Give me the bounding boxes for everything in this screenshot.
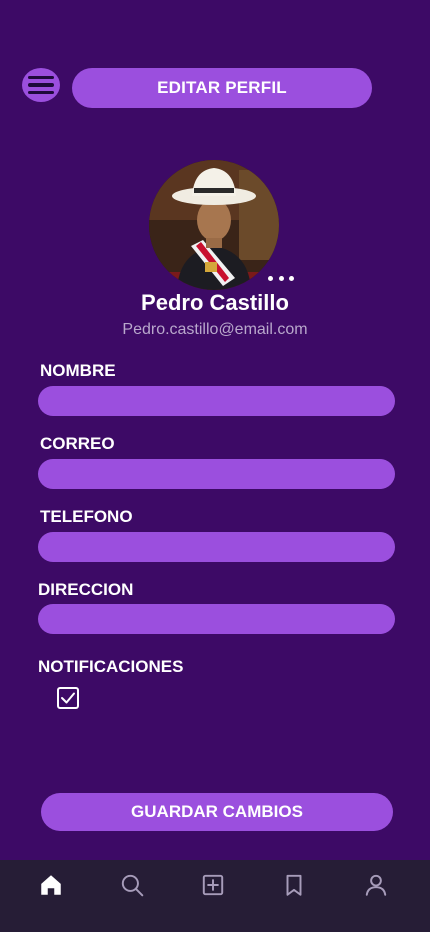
notificaciones-checkbox[interactable] bbox=[57, 687, 79, 709]
menu-line bbox=[28, 90, 54, 95]
direccion-label: DIRECCION bbox=[38, 580, 134, 599]
direccion-field[interactable] bbox=[38, 604, 395, 634]
page-title: EDITAR PERFIL bbox=[72, 68, 372, 108]
avatar[interactable] bbox=[149, 160, 279, 290]
notificaciones-label: NOTIFICACIONES bbox=[38, 657, 184, 676]
correo-label: CORREO bbox=[40, 434, 115, 453]
user-icon[interactable] bbox=[363, 872, 389, 898]
save-button[interactable]: GUARDAR CAMBIOS bbox=[41, 793, 393, 831]
bookmark-icon[interactable] bbox=[281, 872, 307, 898]
menu-line bbox=[28, 83, 54, 87]
profile-photo bbox=[149, 160, 279, 290]
add-square-icon[interactable] bbox=[200, 872, 226, 898]
bottom-nav bbox=[0, 860, 430, 932]
profile-email: Pedro.castillo@email.com bbox=[122, 321, 308, 338]
nombre-label: NOMBRE bbox=[40, 361, 116, 380]
menu-line bbox=[28, 75, 54, 80]
telefono-field[interactable] bbox=[38, 532, 395, 562]
more-options-icon[interactable] bbox=[268, 271, 294, 285]
correo-field[interactable] bbox=[38, 459, 395, 489]
hamburger-menu-icon[interactable] bbox=[22, 68, 60, 102]
check-icon bbox=[61, 692, 75, 704]
profile-name: Pedro Castillo bbox=[141, 290, 289, 315]
telefono-label: TELEFONO bbox=[40, 507, 133, 526]
search-icon[interactable] bbox=[119, 872, 145, 898]
nombre-field[interactable] bbox=[38, 386, 395, 416]
home-icon[interactable] bbox=[38, 872, 64, 898]
